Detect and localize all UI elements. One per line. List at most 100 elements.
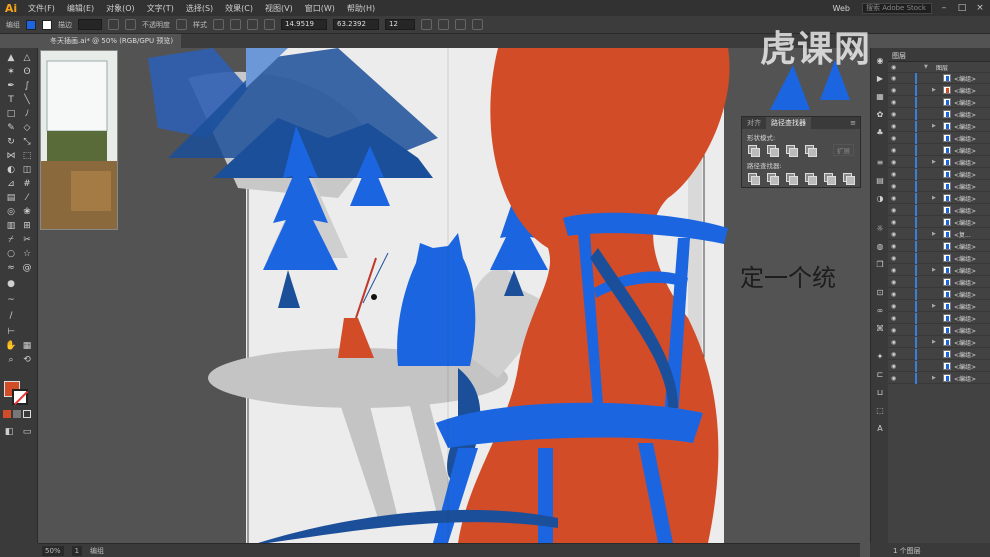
scissors-icon[interactable]: ✂ (21, 234, 33, 246)
symbols-icon[interactable]: ♣ (875, 128, 885, 137)
expand-icon[interactable]: ▶ (932, 303, 936, 309)
links-icon[interactable]: ∞ (875, 306, 885, 315)
ellipse-icon[interactable]: ○ (5, 248, 17, 260)
eye-icon[interactable]: ◉ (891, 303, 896, 310)
blob-brush-icon[interactable]: ● (5, 278, 17, 290)
fill-swatch[interactable] (26, 19, 36, 30)
layer-row[interactable]: ◉ <编组> (888, 169, 990, 180)
x-field[interactable]: 14.9519 (281, 19, 327, 30)
layer-row[interactable]: ◉ ▶ <复... (888, 229, 990, 240)
layer-row[interactable]: ◉ <编组> (888, 313, 990, 324)
expand-icon[interactable]: ▶ (932, 87, 936, 93)
live-paint-icon[interactable]: ◫ (21, 164, 33, 176)
swatches-icon[interactable]: ▦ (875, 92, 885, 101)
expand-icon[interactable]: ▶ (932, 159, 936, 165)
symbol-sprayer-icon[interactable]: ❀ (21, 206, 33, 218)
divide-icon[interactable] (748, 173, 760, 185)
eye-icon[interactable]: ◉ (891, 87, 896, 94)
eye-icon[interactable]: ◉ (891, 315, 896, 322)
curvature-icon[interactable]: ∫ (21, 80, 33, 92)
perspective-icon[interactable]: ⊿ (5, 178, 17, 190)
type-tool-icon[interactable]: T (5, 94, 17, 106)
minimize-icon[interactable]: – (938, 3, 950, 13)
lasso-icon[interactable]: ʘ (21, 66, 33, 78)
transparency-icon[interactable]: ◑ (875, 194, 885, 203)
expand-icon[interactable]: ▶ (932, 267, 936, 273)
artboard-number[interactable]: 1 (71, 545, 83, 556)
blend-icon[interactable]: ◎ (5, 206, 17, 218)
pencil-icon[interactable]: ✎ (5, 122, 17, 134)
eyedropper-icon[interactable]: ⁄ (21, 192, 33, 204)
hand-tool-icon[interactable]: ✋ (5, 340, 17, 352)
width-tool-icon[interactable]: ⋈ (5, 150, 17, 162)
menu-window[interactable]: 窗口(W) (299, 3, 341, 14)
expand-icon[interactable]: ▶ (932, 123, 936, 129)
eye-icon[interactable]: ◉ (891, 195, 896, 202)
layer-row[interactable]: ◉ ▶ <编组> (888, 337, 990, 348)
selection-tool-icon[interactable]: ▲ (5, 52, 17, 64)
layer-row-top[interactable]: ◉ ▼ 图层 (888, 62, 990, 73)
screen-mode-icon[interactable]: ▭ (21, 426, 33, 438)
tab-align[interactable]: 对齐 (742, 117, 766, 129)
stroke-swatch[interactable] (42, 19, 52, 30)
layer-row[interactable]: ◉ <编组> (888, 133, 990, 144)
align-panel-icon[interactable]: ⊏ (875, 370, 885, 379)
panel-menu-icon[interactable]: ≡ (850, 119, 860, 127)
expand-icon[interactable]: ▶ (932, 195, 936, 201)
rotate-icon[interactable]: ↻ (5, 136, 17, 148)
layer-row[interactable]: ◉ ▶ <编组> (888, 301, 990, 312)
measure-icon[interactable]: ⊢ (5, 326, 17, 338)
layer-row[interactable]: ◉ <编组> (888, 217, 990, 228)
direct-selection-tool-icon[interactable]: △ (21, 52, 33, 64)
eye-icon[interactable]: ◉ (891, 267, 896, 274)
transform-panel-icon[interactable]: ⬚ (875, 406, 885, 415)
paintbrush-icon[interactable]: ﾉ (21, 108, 33, 120)
graph-icon[interactable]: ▥ (5, 220, 17, 232)
menu-view[interactable]: 视图(V) (259, 3, 299, 14)
stroke-color-swatch[interactable] (12, 389, 28, 405)
menu-object[interactable]: 对象(O) (100, 3, 141, 14)
none-mode-icon[interactable] (23, 410, 31, 418)
brush-dropdown-icon[interactable] (125, 19, 136, 30)
eye-icon[interactable]: ◉ (891, 375, 896, 382)
draw-mode-icon[interactable]: ◧ (3, 426, 15, 438)
eye-icon[interactable]: ◉ (891, 123, 896, 130)
warp-icon[interactable]: ≈ (5, 262, 17, 274)
merge-icon[interactable] (786, 173, 798, 185)
color-guide-icon[interactable]: ▶ (875, 74, 885, 83)
exclude-icon[interactable] (805, 145, 817, 157)
properties-icon[interactable]: ✦ (875, 352, 885, 361)
stroke-panel-icon[interactable]: ≡ (875, 158, 885, 167)
eye-icon[interactable]: ◉ (891, 183, 896, 190)
intersect-icon[interactable] (786, 145, 798, 157)
print-tiling-icon[interactable]: ▦ (21, 340, 33, 352)
expand-button[interactable]: 扩展 (833, 144, 854, 156)
outline-icon[interactable] (824, 173, 836, 185)
appearance-icon[interactable]: ☼ (875, 224, 885, 233)
layer-row[interactable]: ◉ <编组> (888, 97, 990, 108)
artboards-icon[interactable]: ⊡ (875, 288, 885, 297)
layer-row[interactable]: ◉ ▶ <编组> (888, 157, 990, 168)
tab-pathfinder[interactable]: 路径查找器 (766, 117, 811, 129)
eye-icon[interactable]: ◉ (891, 147, 896, 154)
arrange-icon[interactable] (455, 19, 466, 30)
eye-icon[interactable]: ◉ (891, 279, 896, 286)
layers-panel-icon[interactable]: ❒ (875, 260, 885, 269)
eye-icon[interactable]: ◉ (891, 75, 896, 82)
menu-effect[interactable]: 效果(C) (219, 3, 259, 14)
star-icon[interactable]: ☆ (21, 248, 33, 260)
expand-icon[interactable]: ▶ (932, 339, 936, 345)
layer-row[interactable]: ◉ <编组> (888, 73, 990, 84)
maximize-icon[interactable]: □ (956, 3, 968, 13)
close-icon[interactable]: × (974, 3, 986, 13)
eye-icon[interactable]: ◉ (891, 231, 896, 238)
gradient-panel-icon[interactable]: ▤ (875, 176, 885, 185)
menu-edit[interactable]: 编辑(E) (61, 3, 100, 14)
line-tool-icon[interactable]: ╲ (21, 94, 33, 106)
smooth-tool-icon[interactable]: ~ (5, 294, 17, 306)
stock-search-input[interactable]: 搜索 Adobe Stock (862, 2, 932, 14)
pathfinder-panel-icon[interactable]: ⊔ (875, 388, 885, 397)
layer-row[interactable]: ◉ <编组> (888, 181, 990, 192)
eye-icon[interactable]: ◉ (891, 291, 896, 298)
document-tab[interactable]: 冬天插画.ai* @ 50% (RGB/GPU 预览) (42, 34, 182, 48)
